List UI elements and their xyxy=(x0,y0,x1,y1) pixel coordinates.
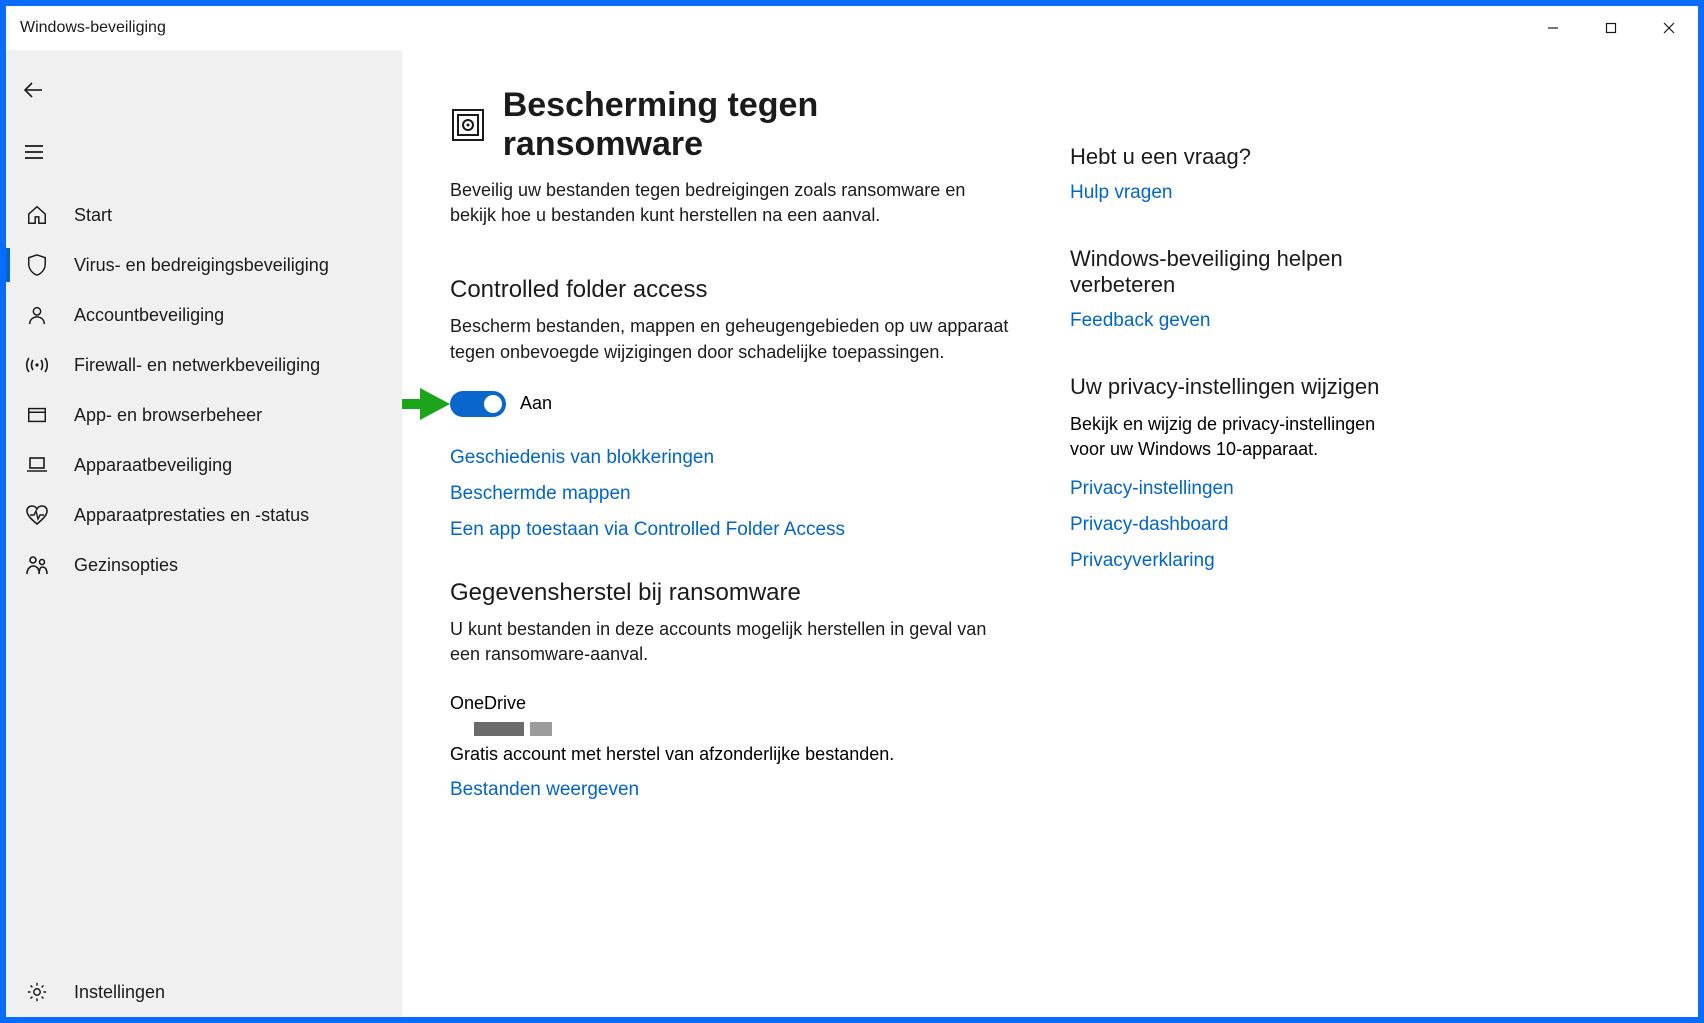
back-button[interactable] xyxy=(10,68,58,112)
sidebar-item-label: App- en browserbeheer xyxy=(74,405,262,426)
ransomware-icon xyxy=(450,106,487,144)
privacy-heading: Uw privacy-instellingen wijzigen xyxy=(1070,374,1380,400)
titlebar: Windows-beveiliging xyxy=(6,6,1698,50)
onedrive-description: Gratis account met herstel van afzonderl… xyxy=(450,744,1010,765)
person-icon xyxy=(24,302,50,328)
sidebar-item-label: Gezinsopties xyxy=(74,555,178,576)
link-privacy-dashboard[interactable]: Privacy-dashboard xyxy=(1070,514,1228,536)
controlled-folder-links: Geschiedenis van blokkeringen Beschermde… xyxy=(450,447,1010,555)
annotation-arrow-icon xyxy=(402,384,450,424)
main-content: Bescherming tegen ransomware Beveilig uw… xyxy=(402,50,1698,1017)
sidebar-bottom: Instellingen xyxy=(6,967,402,1017)
sidebar-item-settings[interactable]: Instellingen xyxy=(6,967,402,1017)
side-column: Hebt u een vraag? Hulp vragen Windows-be… xyxy=(1070,86,1380,997)
page-title: Bescherming tegen ransomware xyxy=(450,86,1010,164)
sidebar-item-device-security[interactable]: Apparaatbeveiliging xyxy=(6,440,402,490)
sidebar-item-label: Accountbeveiliging xyxy=(74,305,224,326)
sidebar-item-app-browser[interactable]: App- en browserbeheer xyxy=(6,390,402,440)
back-arrow-icon xyxy=(22,78,46,102)
link-view-files[interactable]: Bestanden weergeven xyxy=(450,779,639,801)
sidebar-item-firewall[interactable]: Firewall- en netwerkbeveiliging xyxy=(6,340,402,390)
window-body: Start Virus- en bedreigingsbeveiliging A… xyxy=(6,50,1698,1017)
privacy-block: Uw privacy-instellingen wijzigen Bekijk … xyxy=(1070,374,1380,572)
antenna-icon xyxy=(24,352,50,378)
family-icon xyxy=(24,552,50,578)
hamburger-button[interactable] xyxy=(10,130,58,174)
close-icon xyxy=(1663,22,1675,34)
onedrive-label: OneDrive xyxy=(450,693,1010,714)
controlled-folder-toggle[interactable] xyxy=(450,391,506,417)
window-title: Windows-beveiliging xyxy=(20,19,166,37)
sidebar-item-label: Apparaatbeveiliging xyxy=(74,455,232,476)
close-button[interactable] xyxy=(1640,6,1698,50)
heart-pulse-icon xyxy=(24,502,50,528)
help-block: Hebt u een vraag? Hulp vragen xyxy=(1070,144,1380,204)
sidebar-item-family[interactable]: Gezinsopties xyxy=(6,540,402,590)
sidebar-item-label: Instellingen xyxy=(74,982,165,1003)
laptop-icon xyxy=(24,452,50,478)
improve-block: Windows-beveiliging helpen verbeteren Fe… xyxy=(1070,246,1380,332)
improve-heading: Windows-beveiliging helpen verbeteren xyxy=(1070,246,1380,298)
home-icon xyxy=(24,202,50,228)
onedrive-account-redacted xyxy=(474,722,1010,736)
sidebar-item-virus-threat[interactable]: Virus- en bedreigingsbeveiliging xyxy=(6,240,402,290)
sidebar-item-label: Start xyxy=(74,205,112,226)
gear-icon xyxy=(24,979,50,1005)
app-window: Windows-beveiliging xyxy=(6,6,1698,1017)
window-controls xyxy=(1524,6,1698,50)
sidebar-item-label: Apparaatprestaties en -status xyxy=(74,505,309,526)
minimize-icon xyxy=(1547,22,1559,34)
privacy-text: Bekijk en wijzig de privacy-instellingen… xyxy=(1070,412,1380,462)
toggle-knob xyxy=(484,395,502,413)
hamburger-icon xyxy=(23,141,45,163)
recovery-description: U kunt bestanden in deze accounts mogeli… xyxy=(450,617,1010,667)
controlled-folder-description: Bescherm bestanden, mappen en geheugenge… xyxy=(450,314,1010,364)
minimize-button[interactable] xyxy=(1524,6,1582,50)
controlled-folder-toggle-row: Aan xyxy=(450,391,1010,417)
page-title-text: Bescherming tegen ransomware xyxy=(503,86,1010,164)
sidebar-item-performance[interactable]: Apparaatprestaties en -status xyxy=(6,490,402,540)
recovery-heading: Gegevensherstel bij ransomware xyxy=(450,579,1010,607)
sidebar-item-label: Virus- en bedreigingsbeveiliging xyxy=(74,255,329,276)
link-protected-folders[interactable]: Beschermde mappen xyxy=(450,483,631,505)
sidebar-item-start[interactable]: Start xyxy=(6,190,402,240)
page-description: Beveilig uw bestanden tegen bedreigingen… xyxy=(450,178,1010,228)
link-allow-app[interactable]: Een app toestaan via Controlled Folder A… xyxy=(450,519,845,541)
link-feedback[interactable]: Feedback geven xyxy=(1070,310,1211,332)
shield-icon xyxy=(24,252,50,278)
sidebar-nav: Start Virus- en bedreigingsbeveiliging A… xyxy=(6,190,402,967)
link-get-help[interactable]: Hulp vragen xyxy=(1070,182,1172,204)
browser-icon xyxy=(24,402,50,428)
sidebar: Start Virus- en bedreigingsbeveiliging A… xyxy=(6,50,402,1017)
maximize-button[interactable] xyxy=(1582,6,1640,50)
toggle-state-label: Aan xyxy=(520,393,552,414)
link-block-history[interactable]: Geschiedenis van blokkeringen xyxy=(450,447,714,469)
sidebar-item-account[interactable]: Accountbeveiliging xyxy=(6,290,402,340)
link-privacy-statement[interactable]: Privacyverklaring xyxy=(1070,550,1215,572)
sidebar-item-label: Firewall- en netwerkbeveiliging xyxy=(74,355,320,376)
help-heading: Hebt u een vraag? xyxy=(1070,144,1380,170)
maximize-icon xyxy=(1605,22,1617,34)
link-privacy-settings[interactable]: Privacy-instellingen xyxy=(1070,478,1234,500)
content-column: Bescherming tegen ransomware Beveilig uw… xyxy=(450,86,1010,997)
controlled-folder-heading: Controlled folder access xyxy=(450,276,1010,304)
